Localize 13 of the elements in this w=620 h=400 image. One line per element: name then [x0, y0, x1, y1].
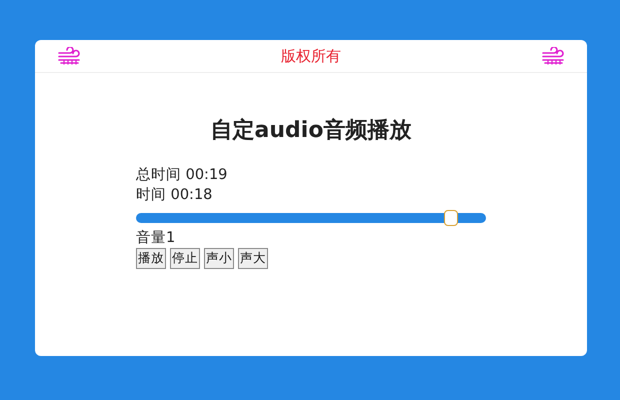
header-title: 版权所有: [281, 46, 341, 66]
volume-label: 音量1: [136, 228, 176, 248]
wind-icon: [57, 47, 81, 65]
wind-icon: [541, 47, 565, 65]
total-time: 总时间 00:19: [136, 166, 228, 185]
progress-slider[interactable]: [136, 213, 486, 223]
control-button[interactable]: 停止: [170, 248, 200, 269]
control-button[interactable]: 声小: [204, 248, 234, 269]
current-time: 时间 00:18: [136, 186, 214, 205]
control-button[interactable]: 声大: [238, 248, 268, 269]
page-title: 自定audio音频播放: [210, 116, 412, 145]
slider-thumb[interactable]: [444, 210, 458, 226]
control-button[interactable]: 播放: [136, 248, 166, 269]
